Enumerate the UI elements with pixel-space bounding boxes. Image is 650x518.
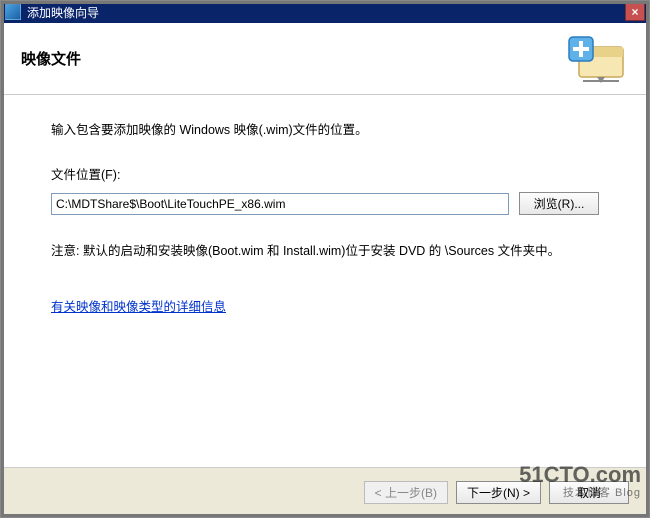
- instruction-text: 输入包含要添加映像的 Windows 映像(.wim)文件的位置。: [51, 119, 599, 142]
- wizard-content: 输入包含要添加映像的 Windows 映像(.wim)文件的位置。 文件位置(F…: [1, 95, 649, 329]
- file-location-row: 浏览(R)...: [51, 192, 599, 215]
- back-button: < 上一步(B): [364, 481, 448, 504]
- titlebar: 添加映像向导 ×: [1, 1, 649, 23]
- close-button[interactable]: ×: [625, 3, 645, 21]
- wizard-add-image-icon: [567, 33, 629, 85]
- close-icon: ×: [631, 5, 638, 19]
- note-text: 注意: 默认的启动和安装映像(Boot.wim 和 Install.wim)位于…: [51, 241, 599, 262]
- page-title: 映像文件: [21, 48, 81, 69]
- window-title: 添加映像向导: [27, 4, 625, 21]
- app-icon: [5, 4, 21, 20]
- browse-button[interactable]: 浏览(R)...: [519, 192, 599, 215]
- file-location-input[interactable]: [51, 193, 509, 215]
- file-location-label: 文件位置(F):: [51, 164, 599, 187]
- more-info-link[interactable]: 有关映像和映像类型的详细信息: [51, 296, 226, 319]
- wizard-header: 映像文件: [1, 23, 649, 95]
- wizard-footer: < 上一步(B) 下一步(N) > 取消: [1, 467, 649, 517]
- cancel-button[interactable]: 取消: [549, 481, 629, 504]
- next-button[interactable]: 下一步(N) >: [456, 481, 541, 504]
